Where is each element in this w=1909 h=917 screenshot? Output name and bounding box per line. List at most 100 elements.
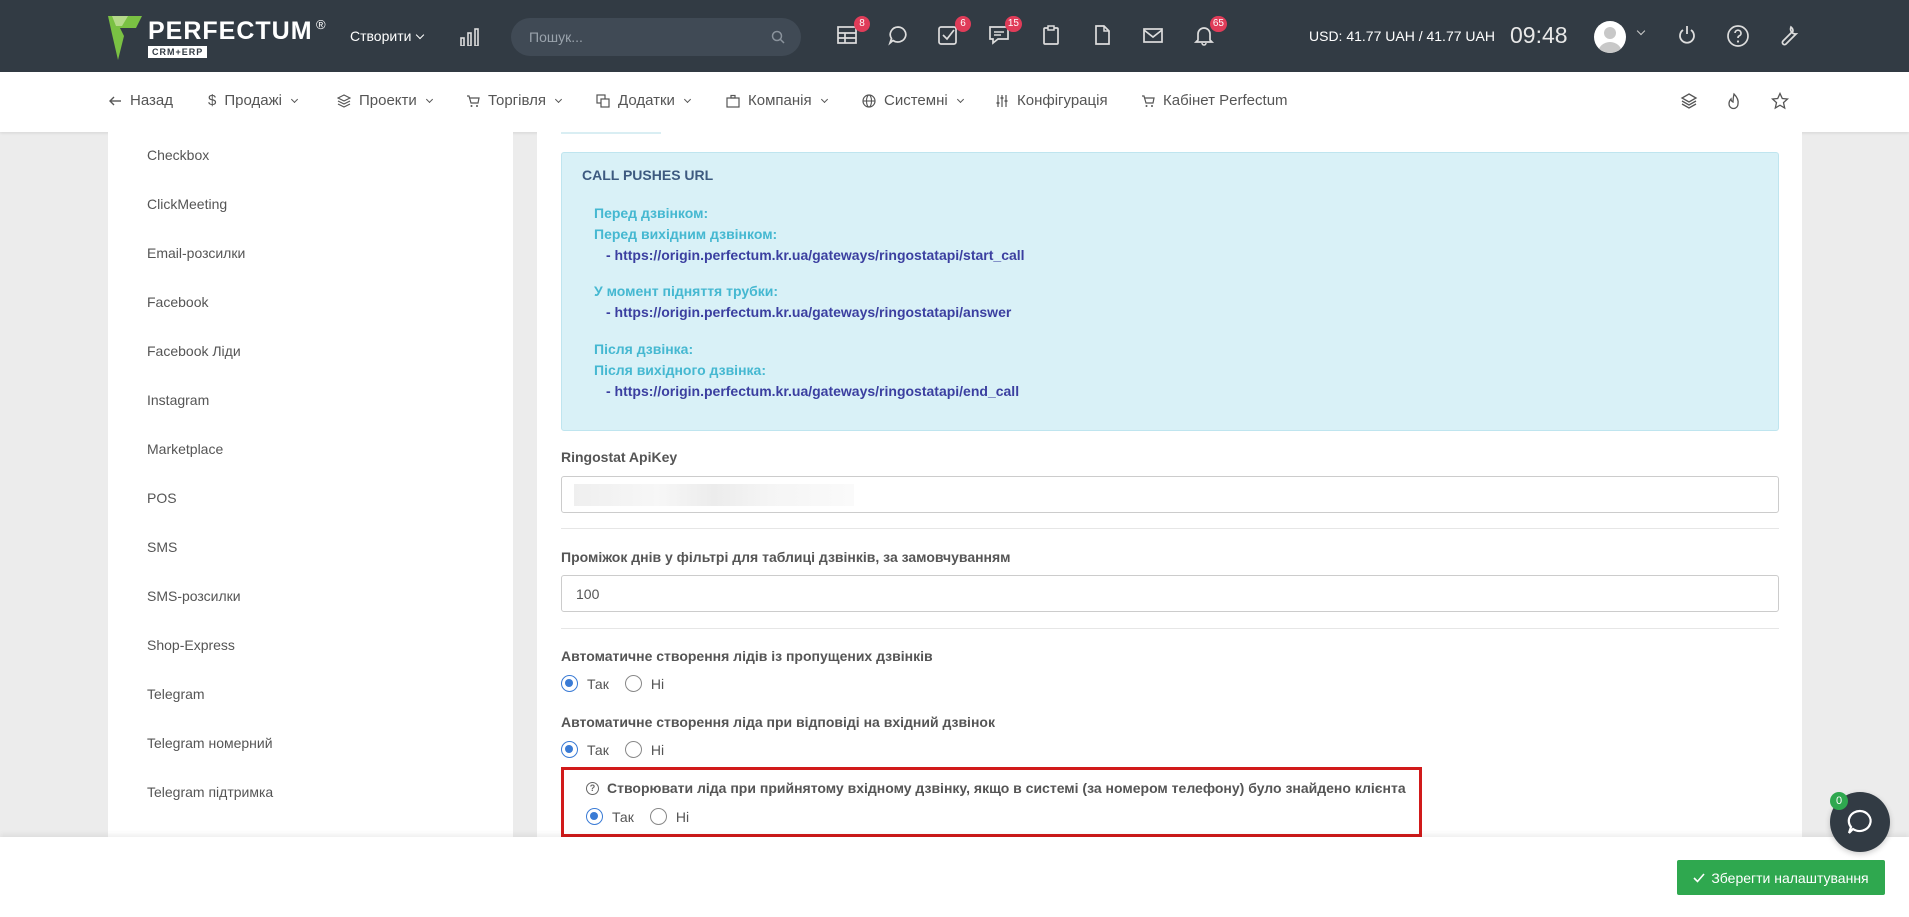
question-circle-icon[interactable]: ? [586,781,599,795]
help-button[interactable] [1726,24,1750,48]
sidebar-item-email-mailings[interactable]: Email-розсилки [147,245,245,261]
chat-button[interactable]: 15 [988,16,1022,48]
nav-projects[interactable]: Проекти [337,92,433,109]
notifications-button[interactable]: 65 [1193,16,1227,48]
incoming-call-leads-label: Автоматичне створення ліда при відповіді… [561,714,995,730]
integrations-sidebar: Checkbox ClickMeeting Email-розсилки Fac… [108,132,513,837]
layers-icon[interactable] [1680,92,1698,110]
sidebar-item-checkbox[interactable]: Checkbox [147,147,209,163]
before-call-label: Перед дзвінком: [594,205,709,221]
incoming-call-leads-options: Так Ні [561,741,680,758]
tasks-table-button[interactable]: 8 [836,16,870,48]
apikey-label: Ringostat ApiKey [561,449,678,465]
sidebar-item-telegram-support[interactable]: Telegram підтримка [147,784,273,800]
chevron-down-icon [416,30,425,39]
sidebar-item-sms[interactable]: SMS [147,539,177,555]
client-found-row: ? Створювати ліда при прийнятому вхідном… [586,780,1406,796]
before-outgoing-label: Перед вихідним дзвінком: [594,226,778,242]
redacted-value [574,484,854,506]
tasks-table-badge: 8 [854,16,870,32]
nav-sales[interactable]: $ Продажі [208,92,298,109]
clipboard-button[interactable] [1040,24,1064,48]
nav-sales-label: Продажі [224,92,282,109]
after-call-label: Після дзвінка: [594,341,694,357]
chevron-down-icon[interactable] [1636,26,1646,36]
save-settings-label: Зберегти налаштування [1711,869,1869,886]
highlighted-setting: ? Створювати ліда при прийнятому вхідном… [561,767,1422,837]
client-found-yes-radio[interactable] [586,808,603,825]
search-icon[interactable] [771,30,785,44]
chevron-down-icon [683,95,691,103]
avatar[interactable] [1594,21,1626,53]
tab-underline [561,132,661,134]
nav-system[interactable]: Системні [862,92,964,109]
sidebar-item-instagram[interactable]: Instagram [147,392,209,408]
missed-no-radio[interactable] [624,675,642,692]
todo-button[interactable]: 6 [937,16,971,48]
missed-yes-label: Так [587,675,609,692]
start-call-url[interactable]: - https://origin.perfectum.kr.ua/gateway… [606,247,1025,263]
logo[interactable]: PERFECTUM ® CRM+ERP [108,14,326,60]
bar-chart-icon[interactable] [460,28,480,46]
incoming-no-label: Ні [650,741,665,758]
create-menu[interactable]: Створити [350,28,425,44]
chat-bubble-icon [1847,809,1872,834]
sidebar-item-shop-express[interactable]: Shop-Express [147,637,235,653]
power-icon [1679,26,1695,44]
sidebar-item-facebook-leads[interactable]: Facebook Ліди [147,343,241,359]
nav-projects-label: Проекти [359,92,417,109]
incoming-no-radio[interactable] [624,741,642,758]
dollar-icon: $ [208,92,217,109]
layers-icon [337,93,351,108]
star-icon[interactable] [1771,92,1789,110]
answer-url[interactable]: - https://origin.perfectum.kr.ua/gateway… [606,304,1011,320]
search-input[interactable] [529,29,759,45]
sidebar-item-clickmeeting[interactable]: ClickMeeting [147,196,227,212]
end-call-url[interactable]: - https://origin.perfectum.kr.ua/gateway… [606,383,1019,399]
copy-icon [596,93,610,108]
bottom-action-bar: Зберегти налаштування [0,837,1909,917]
sidebar-item-telegram-number[interactable]: Telegram номерний [147,735,273,751]
client-found-label: Створювати ліда при прийнятому вхідному … [607,780,1406,796]
missed-yes-radio[interactable] [561,675,578,692]
cart-icon [1142,94,1155,107]
apikey-input[interactable] [561,476,1779,513]
settings-button[interactable] [1777,24,1801,48]
sidebar-item-marketplace[interactable]: Marketplace [147,441,223,457]
nav-addons[interactable]: Додатки [596,92,691,109]
sidebar-item-facebook[interactable]: Facebook [147,294,208,310]
nav-company[interactable]: Компанія [726,92,828,109]
todo-badge: 6 [955,16,971,32]
fire-icon[interactable] [1725,92,1743,110]
messages-button[interactable] [887,24,911,48]
clipboard-icon [1043,25,1059,45]
top-bar: PERFECTUM® CRM+ERP Створити 8 6 15 [0,0,1909,72]
incoming-yes-radio[interactable] [561,741,578,758]
nav-cabinet[interactable]: Кабінет Perfectum [1141,92,1288,109]
sidebar-item-telegram[interactable]: Telegram [147,686,205,702]
support-chat-badge: 0 [1830,792,1848,810]
chevron-down-icon [290,95,298,103]
mail-icon [1143,28,1163,43]
client-found-options: Так Ні [586,808,705,825]
client-found-no-radio[interactable] [649,808,667,825]
nav-back-label: Назад [130,92,173,109]
mail-button[interactable] [1142,24,1166,48]
save-settings-button[interactable]: Зберегти налаштування [1677,860,1885,895]
nav-config[interactable]: Конфігурація [995,92,1108,109]
chat-badge: 15 [1004,16,1022,32]
documents-button[interactable] [1091,24,1115,48]
logout-button[interactable] [1676,24,1700,48]
sidebar-item-sms-mailings[interactable]: SMS-розсилки [147,588,241,604]
notifications-badge: 65 [1209,16,1227,32]
days-filter-input[interactable] [561,575,1779,612]
nav-trade[interactable]: Торгівля [466,92,563,109]
divider [561,628,1779,629]
globe-icon [862,93,876,108]
arrow-left-icon [109,96,121,105]
info-title: CALL PUSHES URL [582,167,714,183]
nav-back[interactable]: Назад [108,92,173,109]
chat-bubble-icon [888,26,907,46]
sidebar-item-pos[interactable]: POS [147,490,177,506]
sliders-icon [996,94,1008,107]
